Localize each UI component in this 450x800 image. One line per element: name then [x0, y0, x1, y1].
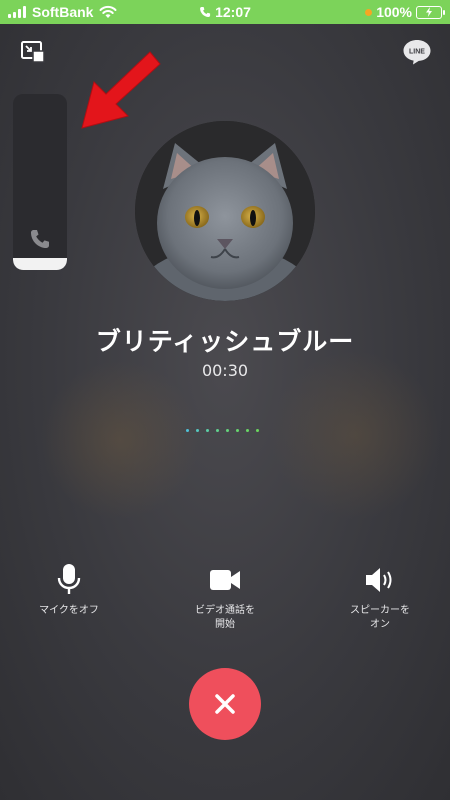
line-logo-icon: LINE — [403, 40, 431, 65]
mute-label: マイクをオフ — [39, 605, 99, 616]
speaker-label: スピーカーを オン — [350, 605, 410, 630]
signal-icon — [8, 6, 26, 18]
clock: 12:07 — [199, 4, 251, 20]
carrier-name: SoftBank — [32, 4, 94, 20]
phone-icon — [31, 230, 49, 248]
caller-avatar — [135, 121, 315, 301]
connection-dot — [206, 429, 209, 432]
close-icon — [215, 694, 235, 714]
mini-panel-bar — [13, 258, 67, 270]
connection-dot — [196, 429, 199, 432]
end-call-button[interactable] — [189, 668, 261, 740]
caller-name: ブリティッシュブルー — [95, 327, 355, 356]
connection-dot — [256, 429, 259, 432]
microphone-icon — [57, 564, 81, 594]
video-camera-icon — [210, 570, 240, 590]
time-text: 12:07 — [215, 4, 251, 20]
red-arrow-annotation — [81, 51, 161, 129]
connection-dot — [186, 429, 189, 432]
connection-dot — [246, 429, 249, 432]
mute-button[interactable]: マイクをオフ — [9, 562, 129, 618]
speaker-button[interactable]: スピーカーを オン — [320, 562, 440, 632]
location-dot-icon — [365, 8, 373, 16]
mini-call-panel[interactable] — [13, 94, 67, 270]
background-glow — [40, 360, 200, 520]
video-call-button[interactable]: ビデオ通話を 開始 — [165, 562, 285, 632]
speaker-icon — [366, 568, 392, 592]
cat-photo — [135, 121, 315, 301]
line-logo-text: LINE — [409, 49, 425, 56]
picture-in-picture-icon[interactable] — [21, 41, 45, 63]
connection-dot — [216, 429, 219, 432]
connection-dot — [226, 429, 229, 432]
connection-indicator — [186, 429, 259, 432]
call-duration: 00:30 — [201, 361, 249, 380]
connection-dot — [236, 429, 239, 432]
status-bar: SoftBank 12:07 100% — [0, 0, 450, 24]
wifi-icon — [99, 5, 117, 18]
battery-percent: 100% — [376, 4, 412, 20]
battery-icon — [416, 5, 445, 19]
phone-icon — [200, 7, 211, 17]
video-call-label: ビデオ通話を 開始 — [195, 605, 255, 630]
